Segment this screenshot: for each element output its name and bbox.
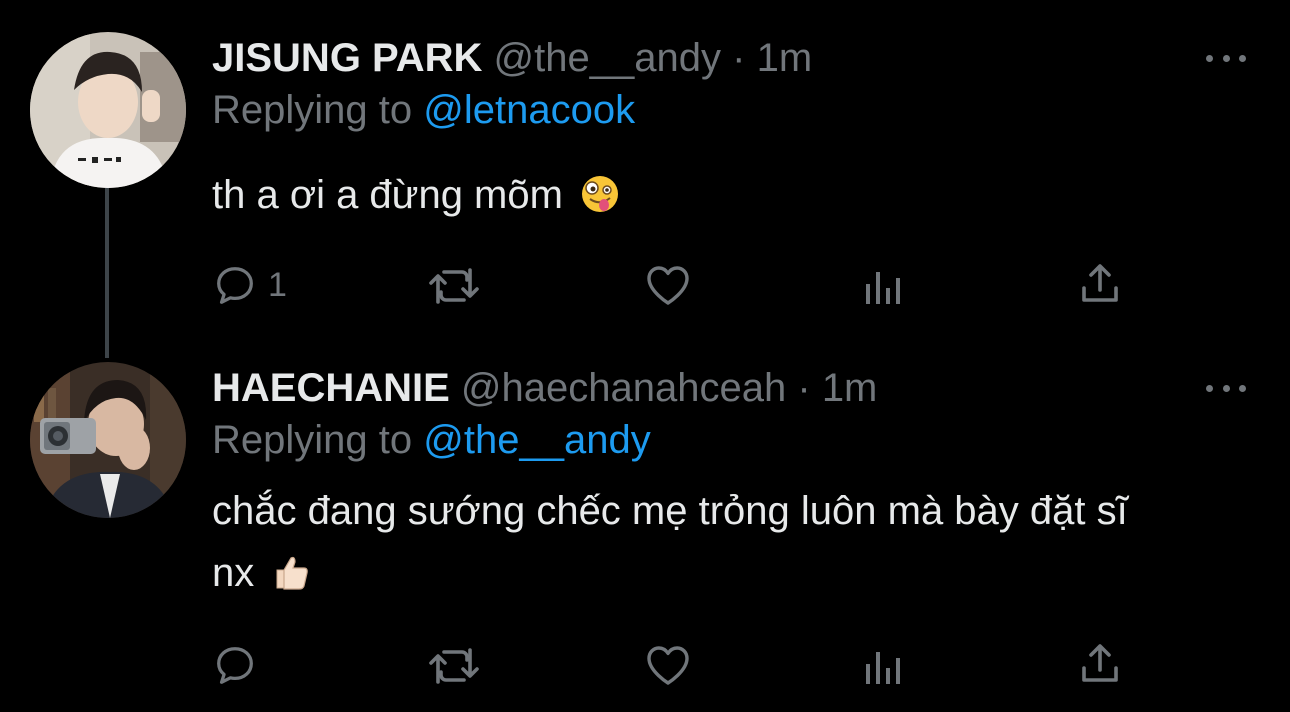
replying-to-label: Replying to <box>212 418 413 462</box>
heart-icon <box>647 646 689 685</box>
like-button[interactable] <box>644 642 692 688</box>
share-icon <box>1082 644 1118 682</box>
reply-button[interactable] <box>212 642 268 688</box>
retweet-button[interactable] <box>428 264 480 308</box>
tweet-text-line: nx <box>212 551 255 595</box>
separator: · <box>732 36 746 80</box>
analytics-button[interactable] <box>864 646 904 686</box>
tweet-text: th a ơi a đừng mõm <box>212 164 1252 232</box>
dot <box>1206 384 1213 392</box>
tweet-header: HAECHANIE @haechanahceah · 1m <box>212 364 877 412</box>
display-name[interactable]: HAECHANIE <box>212 366 450 410</box>
reply-icon <box>217 267 253 304</box>
thread-line <box>105 188 109 358</box>
share-button[interactable] <box>1078 642 1122 686</box>
handle[interactable]: @haechanahceah <box>461 366 786 410</box>
retweet-button[interactable] <box>428 644 480 688</box>
reply-button[interactable]: 1 <box>212 262 287 308</box>
dot <box>1206 54 1213 62</box>
retweet-icon <box>429 268 479 304</box>
zany-face-emoji-icon <box>580 170 620 232</box>
replying-to: Replying to @the__andy <box>212 416 651 464</box>
timestamp[interactable]: 1m <box>757 36 813 80</box>
replying-to-handle[interactable]: @letnacook <box>423 88 635 132</box>
like-button[interactable] <box>644 262 692 308</box>
tweet-text-line-2: nx <box>212 542 1252 610</box>
reply-icon <box>217 647 253 684</box>
analytics-icon <box>866 272 900 304</box>
display-name[interactable]: JISUNG PARK <box>212 36 482 80</box>
dot <box>1222 54 1230 62</box>
reply-count: 1 <box>268 265 287 304</box>
timestamp[interactable]: 1m <box>822 366 878 410</box>
share-icon <box>1082 264 1118 302</box>
replying-to: Replying to @letnacook <box>212 86 635 134</box>
heart-icon <box>647 266 689 305</box>
more-options-button[interactable] <box>1206 48 1246 68</box>
tweet-text-line: chắc đang sướng chếc mẹ trỏng luôn mà bà… <box>212 489 1128 533</box>
dot <box>1239 54 1246 62</box>
thumbs-up-emoji-icon <box>271 548 311 610</box>
separator: · <box>797 366 811 410</box>
tweet-header: JISUNG PARK @the__andy · 1m <box>212 34 812 82</box>
handle[interactable]: @the__andy <box>494 36 721 80</box>
share-button[interactable] <box>1078 262 1122 306</box>
avatar[interactable] <box>30 362 186 518</box>
analytics-icon <box>866 652 900 684</box>
dot <box>1222 384 1230 392</box>
replying-to-handle[interactable]: @the__andy <box>423 418 650 462</box>
more-options-button[interactable] <box>1206 378 1246 398</box>
tweet-text: chắc đang sướng chếc mẹ trỏng luôn mà bà… <box>212 480 1252 610</box>
analytics-button[interactable] <box>864 266 904 306</box>
avatar[interactable] <box>30 32 186 188</box>
dot <box>1239 384 1246 392</box>
retweet-icon <box>429 648 479 684</box>
replying-to-label: Replying to <box>212 88 413 132</box>
tweet-text-content: th a ơi a đừng mõm <box>212 173 563 217</box>
